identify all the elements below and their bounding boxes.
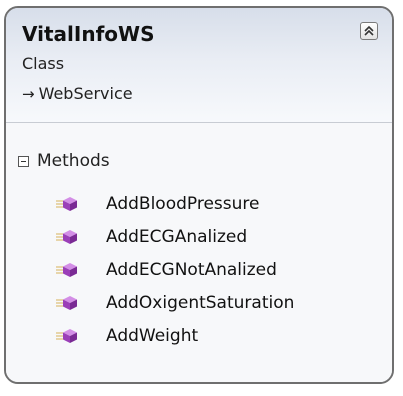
section-label: Methods [37, 151, 110, 171]
double-chevron-up-icon [364, 25, 374, 36]
class-shape[interactable]: VitalInfoWS Class → WebService Methods A… [4, 6, 394, 384]
method-label: AddECGNotAnalized [106, 259, 277, 280]
list-item[interactable]: AddECGNotAnalized [56, 253, 294, 286]
methods-list: AddBloodPressure AddECGAnalized AddECGNo… [56, 187, 294, 352]
method-label: AddECGAnalized [106, 226, 248, 247]
method-label: AddOxigentSaturation [106, 292, 295, 313]
base-class-label: WebService [38, 84, 133, 103]
class-body: Methods AddBloodPressure AddECGAnalized … [6, 123, 392, 382]
methods-section-header[interactable]: Methods [18, 151, 110, 171]
collapse-button[interactable] [360, 22, 378, 40]
right-arrow-icon: → [22, 84, 35, 103]
method-label: AddBloodPressure [106, 193, 260, 214]
method-cube-icon [56, 328, 77, 343]
method-cube-icon [56, 229, 77, 244]
list-item[interactable]: AddECGAnalized [56, 220, 294, 253]
method-label: AddWeight [106, 325, 199, 346]
minus-box-icon[interactable] [18, 155, 29, 167]
class-header: VitalInfoWS Class → WebService [6, 8, 392, 122]
method-cube-icon [56, 295, 77, 310]
class-stereotype: Class [22, 54, 65, 73]
class-name: VitalInfoWS [22, 22, 155, 46]
list-item[interactable]: AddOxigentSaturation [56, 286, 294, 319]
base-class: → WebService [22, 84, 133, 103]
method-cube-icon [56, 196, 77, 211]
method-cube-icon [56, 262, 77, 277]
list-item[interactable]: AddBloodPressure [56, 187, 294, 220]
list-item[interactable]: AddWeight [56, 319, 294, 352]
